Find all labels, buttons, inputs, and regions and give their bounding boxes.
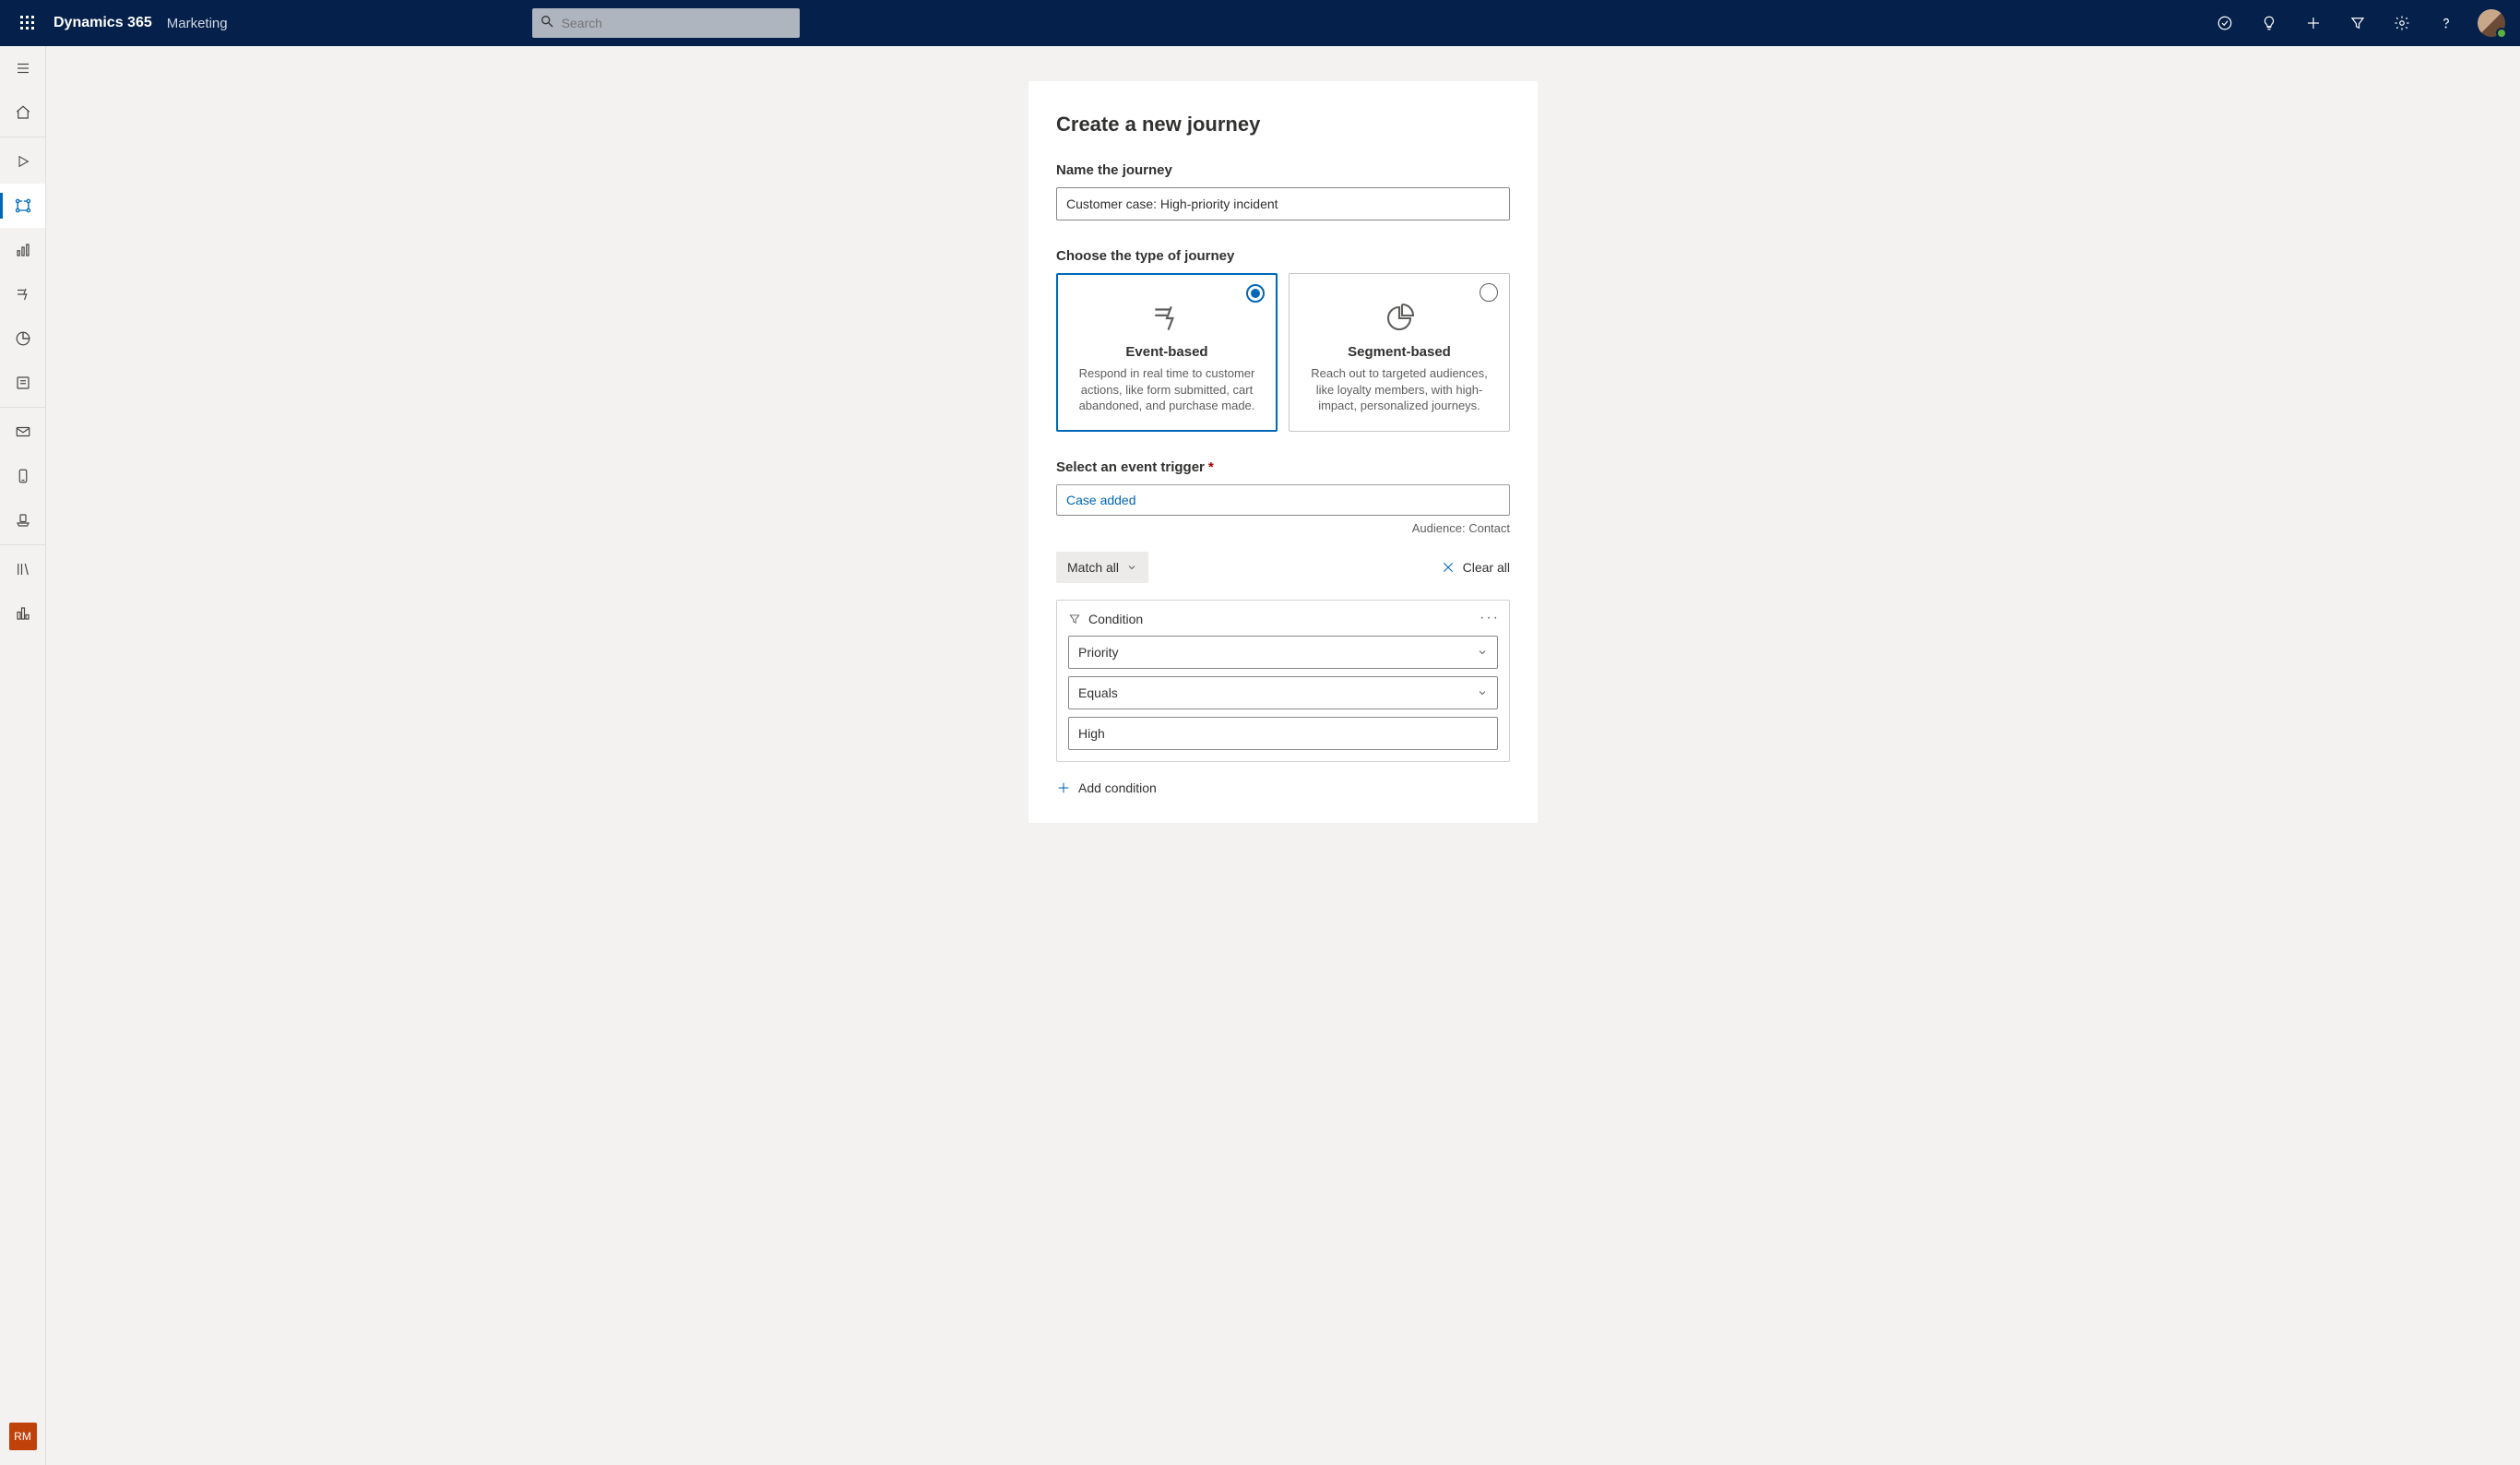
trigger-icon[interactable] — [0, 272, 45, 316]
play-icon[interactable] — [0, 139, 45, 184]
segment-based-icon — [1306, 300, 1492, 337]
segment-type-title: Segment-based — [1306, 344, 1492, 360]
audience-note: Audience: Contact — [1056, 521, 1510, 535]
filter-icon[interactable] — [2336, 0, 2380, 46]
panel-title: Create a new journey — [1056, 113, 1510, 137]
library-icon[interactable] — [0, 547, 45, 591]
close-icon — [1441, 560, 1456, 575]
feedback-icon[interactable] — [0, 591, 45, 636]
add-condition-button[interactable]: Add condition — [1056, 780, 1157, 795]
type-label: Choose the type of journey — [1056, 248, 1510, 264]
create-journey-panel: Create a new journey Name the journey Ch… — [1028, 81, 1538, 823]
sms-icon[interactable] — [0, 454, 45, 498]
event-type-desc: Respond in real time to customer actions… — [1074, 365, 1260, 414]
form-icon[interactable] — [0, 361, 45, 405]
topbar-actions — [2203, 0, 2514, 46]
avatar[interactable] — [2478, 9, 2505, 37]
journey-type-segment[interactable]: Segment-based Reach out to targeted audi… — [1289, 273, 1510, 432]
search-icon — [540, 14, 554, 33]
brand-title[interactable]: Dynamics 365 — [53, 15, 152, 31]
radio-event[interactable] — [1246, 284, 1265, 303]
journey-type-event[interactable]: Event-based Respond in real time to cust… — [1056, 273, 1278, 432]
help-icon[interactable] — [2424, 0, 2468, 46]
gear-icon[interactable] — [2380, 0, 2424, 46]
module-name[interactable]: Marketing — [167, 16, 228, 31]
chevron-down-icon — [1477, 647, 1488, 658]
lightbulb-icon[interactable] — [2247, 0, 2291, 46]
event-trigger-input[interactable]: Case added — [1056, 484, 1510, 516]
main-canvas: Create a new journey Name the journey Ch… — [46, 46, 2520, 1465]
home-icon[interactable] — [0, 90, 45, 135]
event-type-title: Event-based — [1074, 344, 1260, 360]
area-switcher[interactable]: RM — [9, 1423, 37, 1450]
chevron-down-icon — [1126, 562, 1137, 573]
chevron-down-icon — [1477, 687, 1488, 698]
app-launcher-icon[interactable] — [6, 0, 50, 46]
topbar: Dynamics 365 Marketing — [0, 0, 2520, 46]
funnel-icon — [1068, 613, 1081, 625]
condition-field-select[interactable]: Priority — [1068, 636, 1498, 669]
trigger-label: Select an event trigger* — [1056, 459, 1510, 475]
segment-type-desc: Reach out to targeted audiences, like lo… — [1306, 365, 1492, 414]
condition-value-input[interactable] — [1068, 717, 1498, 750]
push-icon[interactable] — [0, 498, 45, 542]
journeys-icon[interactable] — [0, 184, 45, 228]
plus-icon[interactable] — [2291, 0, 2336, 46]
condition-header: Condition — [1068, 612, 1498, 626]
radio-segment[interactable] — [1480, 283, 1498, 302]
presence-indicator — [2496, 28, 2507, 39]
condition-block: ··· Condition Priority Equals — [1056, 600, 1510, 762]
hamburger-icon[interactable] — [0, 46, 45, 90]
condition-more-icon[interactable]: ··· — [1480, 610, 1500, 626]
match-mode-dropdown[interactable]: Match all — [1056, 552, 1148, 583]
clear-all-button[interactable]: Clear all — [1441, 560, 1510, 575]
search-input[interactable] — [562, 16, 792, 30]
analytics-icon[interactable] — [0, 228, 45, 272]
search-box[interactable] — [532, 8, 800, 38]
journey-name-input[interactable] — [1056, 187, 1510, 220]
name-label: Name the journey — [1056, 162, 1510, 178]
plus-icon — [1056, 780, 1071, 795]
event-based-icon — [1074, 300, 1260, 337]
mail-icon[interactable] — [0, 410, 45, 454]
task-icon[interactable] — [2203, 0, 2247, 46]
chart-pie-icon[interactable] — [0, 316, 45, 361]
condition-operator-select[interactable]: Equals — [1068, 676, 1498, 709]
sidebar: RM — [0, 46, 46, 1465]
